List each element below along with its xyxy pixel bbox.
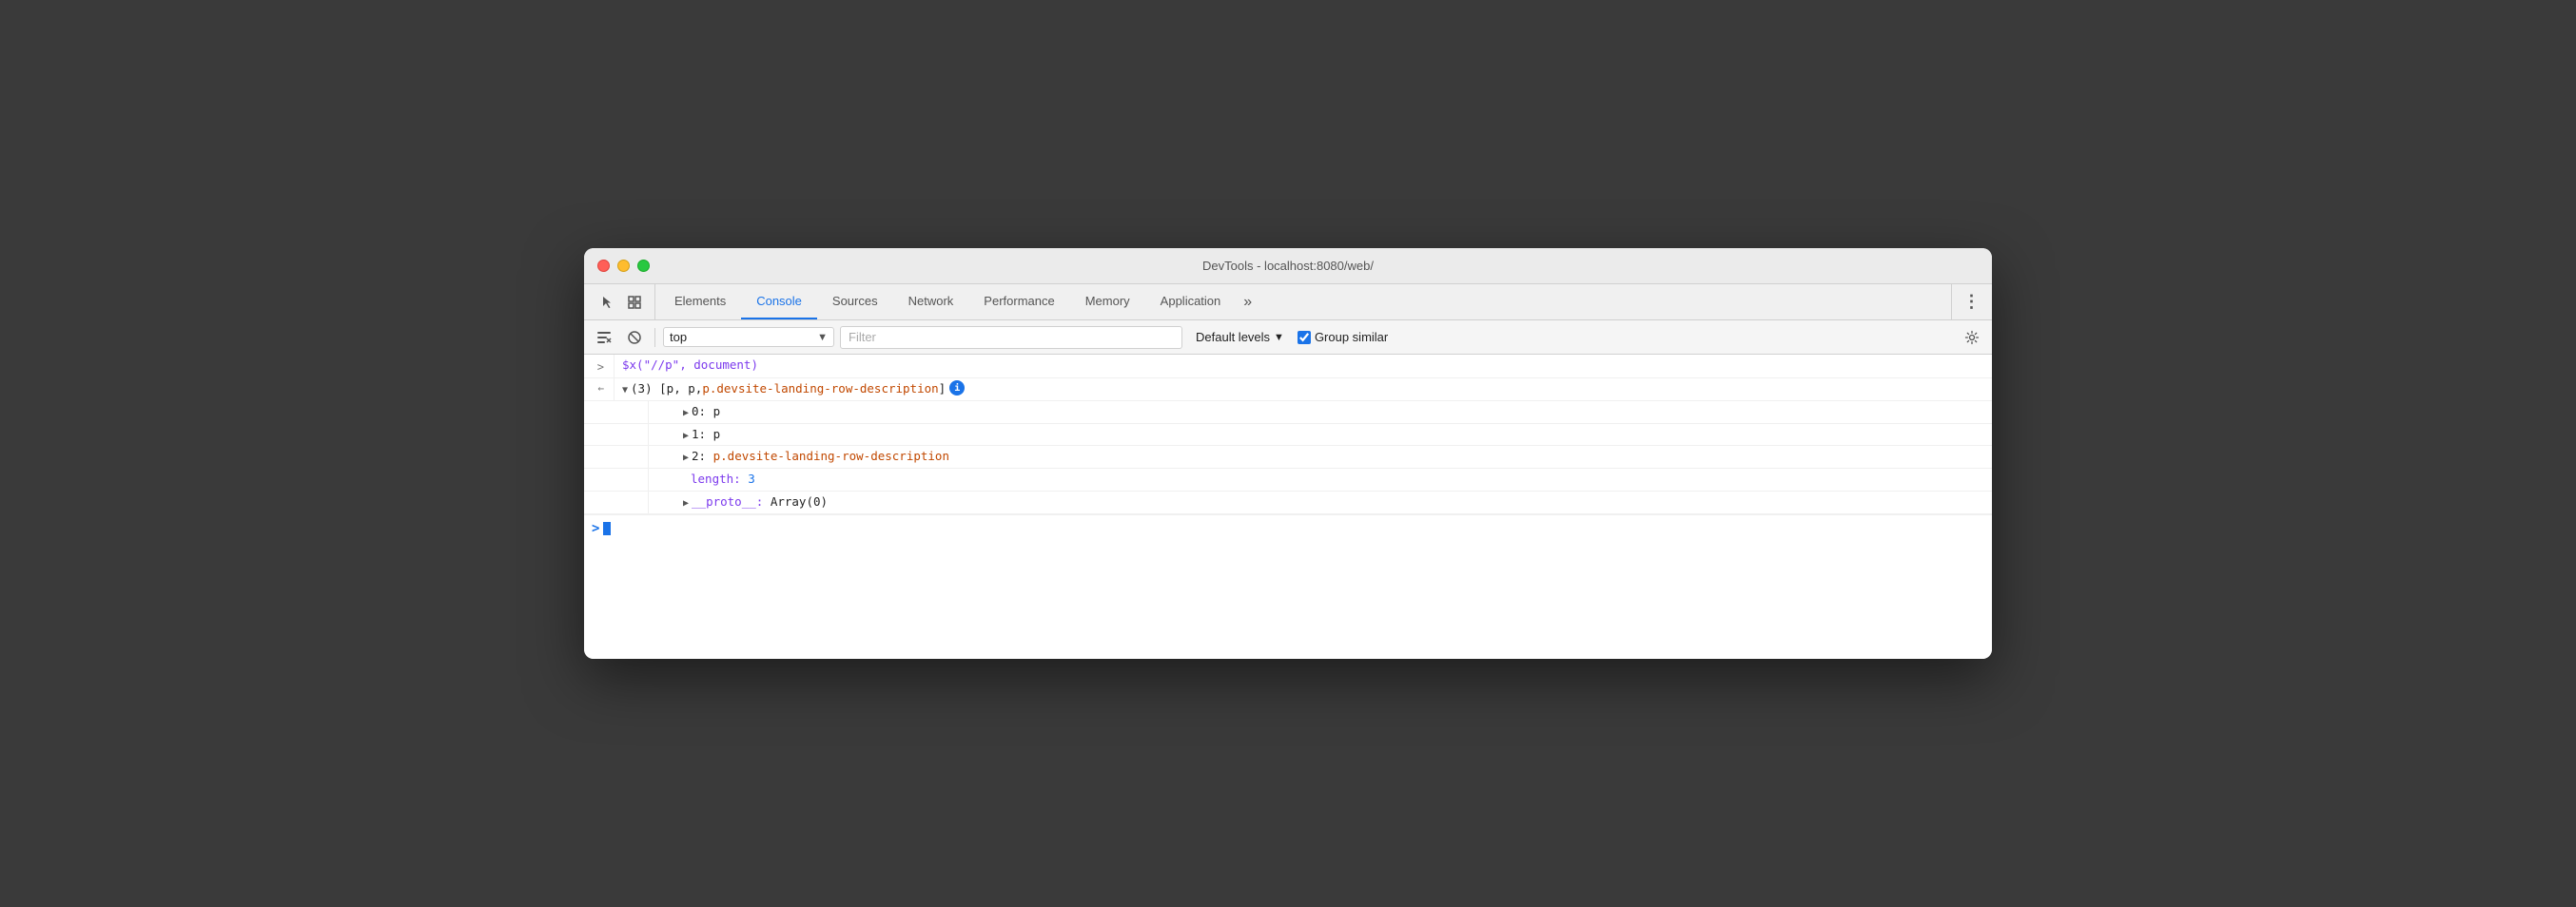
tab-network[interactable]: Network [893, 284, 969, 319]
tree-expand-root[interactable] [622, 380, 628, 398]
console-result-line: ← (3) [p, p, p.devsite-landing-row-descr… [584, 378, 1992, 401]
gear-icon [1964, 330, 1980, 345]
group-similar-checkbox[interactable] [1298, 331, 1311, 344]
group-similar-label[interactable]: Group similar [1298, 330, 1388, 344]
tree-expand-proto[interactable] [683, 493, 689, 511]
title-bar: DevTools - localhost:8080/web/ [584, 248, 1992, 284]
close-button[interactable] [597, 260, 610, 272]
prompt-arrow-1: > [597, 357, 604, 376]
tab-bar: Elements Console Sources Network Perform… [584, 284, 1992, 320]
cursor-icon-button[interactable] [595, 290, 620, 315]
minimize-button[interactable] [617, 260, 630, 272]
item1-content: 1: p [649, 424, 1992, 446]
info-badge[interactable]: i [949, 380, 965, 396]
back-arrow-icon: ← [597, 381, 604, 397]
tab-console[interactable]: Console [741, 284, 817, 319]
item0-content: 0: p [649, 401, 1992, 423]
tab-sources[interactable]: Sources [817, 284, 893, 319]
settings-button[interactable] [1960, 325, 1984, 350]
line-gutter-6 [618, 469, 649, 491]
length-content: length: 3 [649, 469, 1992, 491]
proto-val: Array(0) [771, 493, 828, 511]
tab-performance[interactable]: Performance [968, 284, 1069, 319]
cursor-icon [600, 295, 615, 310]
result-count: (3) [ [631, 380, 667, 398]
filter-input[interactable] [840, 326, 1182, 349]
line-gutter-5 [618, 446, 649, 468]
levels-arrow-icon: ▼ [1274, 332, 1284, 343]
more-options-button[interactable]: ⋮ [1960, 290, 1984, 315]
context-select[interactable]: top ▼ [663, 327, 834, 347]
line-gutter-2: ← [584, 378, 615, 400]
traffic-lights [597, 260, 650, 272]
prompt-gt-icon: > [592, 519, 599, 539]
item1-val: p [713, 426, 721, 444]
line-gutter-3 [618, 401, 649, 423]
console-prompt: > [584, 514, 1992, 543]
proto-content: __proto__: Array(0) [649, 492, 1992, 513]
tab-memory[interactable]: Memory [1070, 284, 1145, 319]
default-levels-button[interactable]: Default levels ▼ [1188, 328, 1292, 346]
item1-key: 1: [692, 426, 706, 444]
tree-expand-item1[interactable] [683, 426, 689, 444]
toolbar-divider-1 [654, 328, 655, 347]
result-item-0: 0: p [584, 401, 1992, 424]
clear-console-button[interactable] [592, 325, 616, 350]
inspect-icon-button[interactable] [622, 290, 647, 315]
item2-key: 2: [692, 448, 706, 466]
length-key: length: [691, 471, 741, 489]
item2-content: 2: p.devsite-landing-row-description [649, 446, 1992, 468]
proto-key: __proto__: [692, 493, 763, 511]
tab-elements[interactable]: Elements [659, 284, 741, 319]
console-command-line: > $x("//p", document) [584, 355, 1992, 378]
console-content: > $x("//p", document) ← (3) [p, p, p.dev… [584, 355, 1992, 659]
command-content: $x("//p", document) [615, 355, 1992, 376]
length-val: 3 [748, 471, 755, 489]
context-select-arrow: ▼ [817, 332, 828, 343]
result-length-line: length: 3 [584, 469, 1992, 492]
tab-application[interactable]: Application [1145, 284, 1237, 319]
line-gutter-1: > [584, 355, 615, 377]
toolbar-icons [588, 284, 655, 319]
tab-bar-spacer [1259, 284, 1951, 319]
block-icon-button[interactable] [622, 325, 647, 350]
tree-expand-item2[interactable] [683, 448, 689, 466]
line-gutter-4 [618, 424, 649, 446]
cursor [603, 522, 611, 535]
result-classname: p.devsite-landing-row-description [702, 380, 938, 398]
result-item-2: 2: p.devsite-landing-row-description [584, 446, 1992, 469]
line-gutter-7 [618, 492, 649, 513]
inspect-icon [627, 295, 642, 310]
block-icon [627, 330, 642, 345]
tree-expand-item0[interactable] [683, 403, 689, 421]
console-toolbar: top ▼ Default levels ▼ Group similar [584, 320, 1992, 355]
more-tabs-button[interactable]: » [1236, 284, 1259, 319]
maximize-button[interactable] [637, 260, 650, 272]
item2-val: p.devsite-landing-row-description [713, 448, 949, 466]
clear-icon [596, 330, 612, 345]
result-content: (3) [p, p, p.devsite-landing-row-descrip… [615, 378, 1992, 400]
result-proto-line: __proto__: Array(0) [584, 492, 1992, 514]
item0-key: 0: [692, 403, 706, 421]
result-item-1: 1: p [584, 424, 1992, 447]
window-title: DevTools - localhost:8080/web/ [1202, 259, 1374, 273]
devtools-window: DevTools - localhost:8080/web/ Elements [584, 248, 1992, 659]
command-text: $x("//p", document) [622, 357, 758, 375]
tab-bar-end: ⋮ [1951, 284, 1992, 319]
item0-val: p [713, 403, 721, 421]
